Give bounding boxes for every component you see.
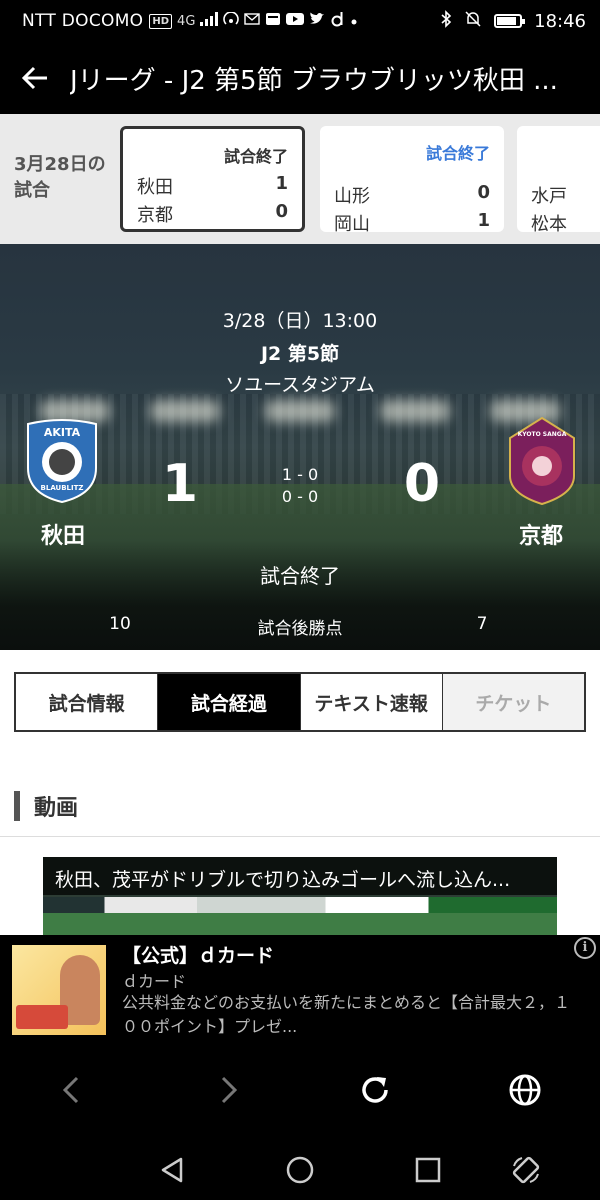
nav-back-icon[interactable] bbox=[152, 1150, 192, 1190]
browser-toolbar bbox=[0, 1045, 600, 1140]
match-card-yamagata-okayama[interactable]: 試合終了 山形 0 岡山 1 bbox=[320, 126, 504, 235]
status-bar: NTT DOCOMO HD 4G 18:46 bbox=[0, 0, 600, 42]
match-card-status: 試合終了 bbox=[223, 147, 288, 166]
mute-icon bbox=[464, 10, 482, 33]
card-away-score: 0 bbox=[275, 201, 288, 222]
ad-description: 公共料金などのお支払いを新たにまとめると【合計最大２，１００ポイント】プレゼ..… bbox=[122, 993, 571, 1036]
video-title: 秋田、茂平がドリブルで切り込みゴールへ流し込ん... bbox=[43, 857, 557, 895]
card-away-team: 京都 bbox=[137, 205, 173, 226]
akita-logo-top-text: AKITA bbox=[44, 426, 81, 439]
ad-source: ｄカード bbox=[122, 972, 187, 991]
news-icon bbox=[265, 12, 281, 30]
card-away-team: 岡山 bbox=[334, 214, 370, 235]
overflow-dot-icon bbox=[351, 14, 357, 29]
hd-badge: HD bbox=[149, 13, 173, 29]
kyoto-logo-text: KYOTO SANGA bbox=[518, 431, 567, 438]
card-away-score: 1 bbox=[477, 210, 490, 231]
away-points: 7 bbox=[476, 614, 488, 634]
match-strip: 3月28日の試合 試合終了 秋田 1 京都 0 試合終了 山形 0 岡山 1 水戸 松本 bbox=[0, 114, 600, 244]
ad-banner[interactable]: 【公式】ｄカード ｄカード 公共料金などのお支払いを新たにまとめると【合計最大２… bbox=[0, 935, 600, 1045]
reload-icon[interactable] bbox=[350, 1065, 400, 1115]
ad-image bbox=[12, 945, 106, 1035]
video-ad-boards bbox=[43, 897, 557, 913]
match-card-mito-matsumoto[interactable]: 水戸 松本 bbox=[517, 126, 600, 235]
video-section-heading: 動画 bbox=[14, 790, 78, 822]
status-time: 18:46 bbox=[534, 10, 586, 32]
home-points: 10 bbox=[109, 614, 131, 634]
dmenu-icon bbox=[330, 11, 346, 31]
page-title: Jリーグ - J2 第5節 ブラウブリッツ秋田 ... bbox=[70, 65, 558, 96]
bluetooth-icon bbox=[440, 9, 452, 33]
match-venue: ソユースタジアム bbox=[225, 374, 375, 396]
rotate-icon[interactable] bbox=[506, 1150, 546, 1190]
back-arrow-icon[interactable] bbox=[0, 42, 70, 114]
twitter-icon bbox=[309, 12, 325, 30]
tab-tickets: チケット bbox=[442, 674, 584, 730]
system-nav-bar bbox=[0, 1140, 600, 1200]
status-icons: HD 4G bbox=[149, 11, 357, 31]
forward-icon[interactable] bbox=[204, 1065, 254, 1115]
match-section: J2 第5節 bbox=[260, 343, 340, 365]
match-datetime: 3/28（日）13:00 bbox=[222, 310, 378, 332]
tab-match-progress[interactable]: 試合経過 bbox=[158, 674, 301, 730]
second-half-score: 0 - 0 bbox=[281, 487, 319, 506]
ad-info-icon[interactable]: i bbox=[574, 937, 596, 959]
first-half-score: 1 - 0 bbox=[281, 465, 319, 484]
match-tabs: 試合情報 試合経過 テキスト速報 チケット bbox=[14, 672, 586, 732]
youtube-icon bbox=[286, 12, 305, 30]
video-thumbnail[interactable]: 秋田、茂平がドリブルで切り込みゴールへ流し込ん... bbox=[43, 857, 557, 935]
app-bar: Jリーグ - J2 第5節 ブラウブリッツ秋田 ... bbox=[0, 42, 600, 114]
home-icon[interactable] bbox=[280, 1150, 320, 1190]
hotspot-icon bbox=[223, 11, 240, 30]
card-home-team: 秋田 bbox=[137, 177, 173, 198]
points-label: 試合後勝点 bbox=[257, 619, 343, 639]
battery-icon bbox=[494, 14, 526, 28]
ad-tag-image bbox=[16, 1005, 68, 1029]
match-hero: 3/28（日）13:00 J2 第5節 ソユースタジアム AKITA BLAUB… bbox=[0, 244, 600, 650]
signal-icon bbox=[200, 12, 219, 30]
globe-icon[interactable] bbox=[500, 1065, 550, 1115]
match-card-status: 試合終了 bbox=[425, 144, 490, 163]
network-type: 4G bbox=[177, 13, 196, 29]
recents-icon[interactable] bbox=[408, 1150, 448, 1190]
away-team-name[interactable]: 京都 bbox=[516, 518, 566, 550]
divider bbox=[0, 836, 600, 837]
strip-date-label: 3月28日の試合 bbox=[14, 154, 106, 201]
tab-match-info[interactable]: 試合情報 bbox=[16, 674, 159, 730]
home-team-name[interactable]: 秋田 bbox=[38, 518, 88, 550]
back-icon[interactable] bbox=[46, 1065, 96, 1115]
carrier-name: NTT DOCOMO bbox=[22, 11, 144, 31]
tab-text-live[interactable]: テキスト速報 bbox=[301, 674, 443, 730]
mail-icon bbox=[244, 13, 261, 29]
card-home-score: 1 bbox=[275, 173, 288, 194]
ad-title: 【公式】ｄカード bbox=[122, 945, 275, 967]
card-home-score: 0 bbox=[477, 182, 490, 203]
section-marker bbox=[14, 791, 20, 821]
card-home-team: 山形 bbox=[334, 186, 370, 207]
video-pitch bbox=[43, 913, 557, 935]
match-card-akita-kyoto[interactable]: 試合終了 秋田 1 京都 0 bbox=[120, 126, 305, 232]
match-status: 試合終了 bbox=[260, 564, 340, 588]
card-home-team: 水戸 bbox=[531, 186, 567, 207]
video-section-title: 動画 bbox=[34, 796, 79, 821]
card-away-team: 松本 bbox=[531, 214, 567, 235]
